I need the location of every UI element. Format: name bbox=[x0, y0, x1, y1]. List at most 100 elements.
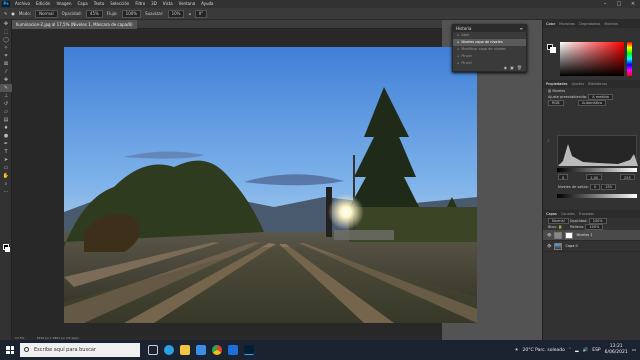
eyedropper-tool-icon[interactable]: ⁄ bbox=[0, 68, 12, 76]
history-brush-icon[interactable]: ↺ bbox=[0, 100, 12, 108]
history-item[interactable]: ▫ Abrir bbox=[453, 32, 526, 39]
blur-tool-icon[interactable]: ♦ bbox=[0, 124, 12, 132]
layers-tab[interactable]: Capas bbox=[546, 212, 557, 216]
dodge-tool-icon[interactable]: ● bbox=[0, 132, 12, 140]
layer-row-levels[interactable]: 👁 Niveles 1 bbox=[543, 230, 640, 241]
photoshop-taskbar-icon[interactable] bbox=[244, 345, 254, 355]
network-icon[interactable]: ▂ bbox=[575, 348, 578, 353]
crop-tool-icon[interactable]: ⌗ bbox=[0, 52, 12, 60]
volume-icon[interactable]: 🔊 bbox=[583, 348, 589, 353]
windows-start-icon[interactable] bbox=[0, 340, 20, 360]
brush-tool-icon[interactable]: ✎ bbox=[4, 11, 7, 16]
brush-size-icon[interactable]: ● bbox=[11, 11, 15, 16]
trash-icon[interactable]: 🗑 bbox=[517, 65, 522, 71]
menu-item[interactable]: Edición bbox=[33, 0, 53, 8]
output-black[interactable]: 0 bbox=[589, 184, 601, 190]
menu-item[interactable]: Ayuda bbox=[198, 0, 216, 8]
black-point-eyedropper-icon[interactable]: ⁄ bbox=[548, 139, 549, 143]
modo-select[interactable]: Normal bbox=[35, 9, 58, 18]
task-view-icon[interactable] bbox=[148, 345, 158, 355]
language-indicator[interactable]: ESP bbox=[592, 348, 600, 353]
auto-button[interactable]: Automático bbox=[578, 100, 607, 106]
store-icon[interactable] bbox=[196, 345, 206, 355]
menu-item[interactable]: Imagen bbox=[53, 0, 74, 8]
input-white[interactable]: 255 bbox=[620, 174, 635, 180]
hand-tool-icon[interactable]: ✋ bbox=[0, 172, 12, 180]
pen-tool-icon[interactable]: ✒ bbox=[0, 140, 12, 148]
eraser-tool-icon[interactable]: ▱ bbox=[0, 108, 12, 116]
input-levels-slider[interactable] bbox=[557, 168, 637, 172]
notifications-icon[interactable]: ▭ bbox=[632, 348, 636, 353]
quick-select-tool-icon[interactable]: ✧ bbox=[0, 44, 12, 52]
suavizar-input[interactable]: 10% bbox=[167, 9, 185, 18]
menu-item[interactable]: Vista bbox=[160, 0, 176, 8]
panel-menu-icon[interactable]: ≡ bbox=[520, 25, 523, 32]
gradient-tool-icon[interactable]: ▤ bbox=[0, 116, 12, 124]
weather-icon[interactable]: ☀ bbox=[514, 348, 518, 353]
menu-item[interactable]: Filtro bbox=[132, 0, 148, 8]
layers-tab[interactable]: Canales bbox=[561, 212, 575, 216]
menu-item[interactable]: Ventana bbox=[176, 0, 198, 8]
bg-color-swatch[interactable] bbox=[550, 47, 556, 53]
more-tools-icon[interactable]: ⋯ bbox=[0, 188, 12, 196]
stamp-tool-icon[interactable]: ⊥ bbox=[0, 92, 12, 100]
properties-tab[interactable]: Propiedades bbox=[546, 82, 567, 86]
maximize-icon[interactable]: □ bbox=[612, 0, 626, 8]
flujo-input[interactable]: 100% bbox=[121, 9, 142, 18]
properties-tab[interactable]: Bibliotecas bbox=[588, 82, 607, 86]
channel-select[interactable]: RGB bbox=[548, 100, 564, 106]
minimize-icon[interactable]: – bbox=[598, 0, 612, 8]
layers-tab[interactable]: Trazados bbox=[579, 212, 594, 216]
angle-icon[interactable]: ⦨ bbox=[188, 11, 190, 16]
edge-icon[interactable] bbox=[164, 345, 174, 355]
path-select-tool-icon[interactable]: ➤ bbox=[0, 156, 12, 164]
hue-slider[interactable] bbox=[627, 42, 632, 76]
layer-row-capa0[interactable]: 👁 Capa 0 bbox=[543, 241, 640, 252]
color-tab[interactable]: Muestras bbox=[559, 22, 575, 26]
zoom-tool-icon[interactable]: ⌕ bbox=[0, 180, 12, 188]
type-tool-icon[interactable]: T bbox=[0, 148, 12, 156]
eye-icon[interactable]: 👁 bbox=[547, 244, 551, 248]
output-white[interactable]: 255 bbox=[601, 184, 616, 190]
fill-input[interactable]: 100% bbox=[585, 224, 604, 230]
history-item[interactable]: ▫ Modificar capa de niveles bbox=[453, 46, 526, 53]
menu-item[interactable]: Texto bbox=[91, 0, 108, 8]
lasso-tool-icon[interactable]: ◯ bbox=[0, 36, 12, 44]
opacidad-input[interactable]: 45% bbox=[85, 9, 103, 18]
menu-item[interactable]: Capa bbox=[75, 0, 91, 8]
mail-icon[interactable] bbox=[228, 345, 238, 355]
background-color-swatch[interactable] bbox=[5, 247, 10, 252]
healing-tool-icon[interactable]: ✚ bbox=[0, 76, 12, 84]
camera-icon[interactable]: ▣ bbox=[510, 65, 514, 71]
lock-icon[interactable]: 🔒 bbox=[558, 225, 562, 229]
canvas-image[interactable] bbox=[64, 47, 477, 323]
file-explorer-icon[interactable] bbox=[180, 345, 190, 355]
taskbar-search[interactable]: Escribe aquí para buscar bbox=[20, 343, 140, 357]
history-item[interactable]: ▫ Niveles capa de niveles bbox=[453, 39, 526, 46]
color-tab[interactable]: Motivos bbox=[604, 22, 618, 26]
eye-icon[interactable]: 👁 bbox=[547, 233, 551, 237]
properties-tab[interactable]: Ajustes bbox=[571, 82, 584, 86]
frame-tool-icon[interactable]: ⊠ bbox=[0, 60, 12, 68]
move-tool-icon[interactable]: ✥ bbox=[0, 20, 12, 28]
photoshop-logo-icon[interactable]: Ps bbox=[2, 1, 10, 7]
mask-thumb[interactable] bbox=[565, 231, 574, 239]
input-gamma[interactable]: 1,00 bbox=[586, 174, 603, 180]
clock[interactable]: 13:21 6/06/2021 bbox=[605, 344, 628, 356]
marquee-tool-icon[interactable]: ⬚ bbox=[0, 28, 12, 36]
document-tab[interactable]: Iluminacion-2.jpg al 17,5% (Niveles 1, M… bbox=[12, 20, 137, 29]
menu-item[interactable]: 3D bbox=[148, 0, 160, 8]
canvas-area[interactable] bbox=[12, 29, 477, 340]
angle-input[interactable]: 0° bbox=[194, 9, 208, 18]
color-picker-field[interactable] bbox=[560, 42, 624, 76]
menu-item[interactable]: Selección bbox=[107, 0, 132, 8]
history-item[interactable]: ▫ Pincel bbox=[453, 53, 526, 60]
color-tab[interactable]: Color bbox=[546, 22, 555, 26]
menu-item[interactable]: Archivo bbox=[12, 0, 33, 8]
chrome-icon[interactable] bbox=[212, 345, 222, 355]
chevron-up-icon[interactable]: ˄ bbox=[569, 348, 571, 353]
output-levels-slider[interactable] bbox=[557, 194, 637, 198]
weather-text[interactable]: 20°C Parc. soleado bbox=[523, 348, 565, 353]
close-icon[interactable]: × bbox=[626, 0, 640, 8]
brush-tool-active-icon[interactable]: ✎ bbox=[0, 84, 12, 92]
